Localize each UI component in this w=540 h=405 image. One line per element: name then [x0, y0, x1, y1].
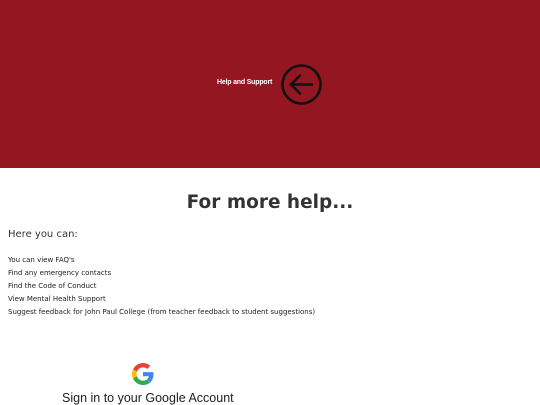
- page-heading: For more help...: [186, 192, 354, 213]
- intro-text: Here you can:: [8, 229, 78, 240]
- list-item: Find the Code of Conduct: [8, 282, 97, 290]
- arrow-left-circle-icon: [281, 64, 322, 105]
- list-item: Find any emergency contacts: [8, 269, 112, 277]
- hero-title: Help and Support: [217, 79, 273, 86]
- google-signin-link[interactable]: Sign in to your Google Account: [62, 391, 234, 405]
- list-item: You can view FAQ's: [8, 256, 75, 264]
- back-button[interactable]: [280, 63, 323, 106]
- list-item: Suggest feedback for John Paul College (…: [8, 308, 316, 316]
- list-item: View Mental Health Support: [8, 295, 106, 303]
- help-options-list: You can view FAQ's Find any emergency co…: [8, 254, 315, 319]
- google-g-icon: [132, 363, 154, 385]
- hero-banner: Help and Support: [0, 0, 540, 168]
